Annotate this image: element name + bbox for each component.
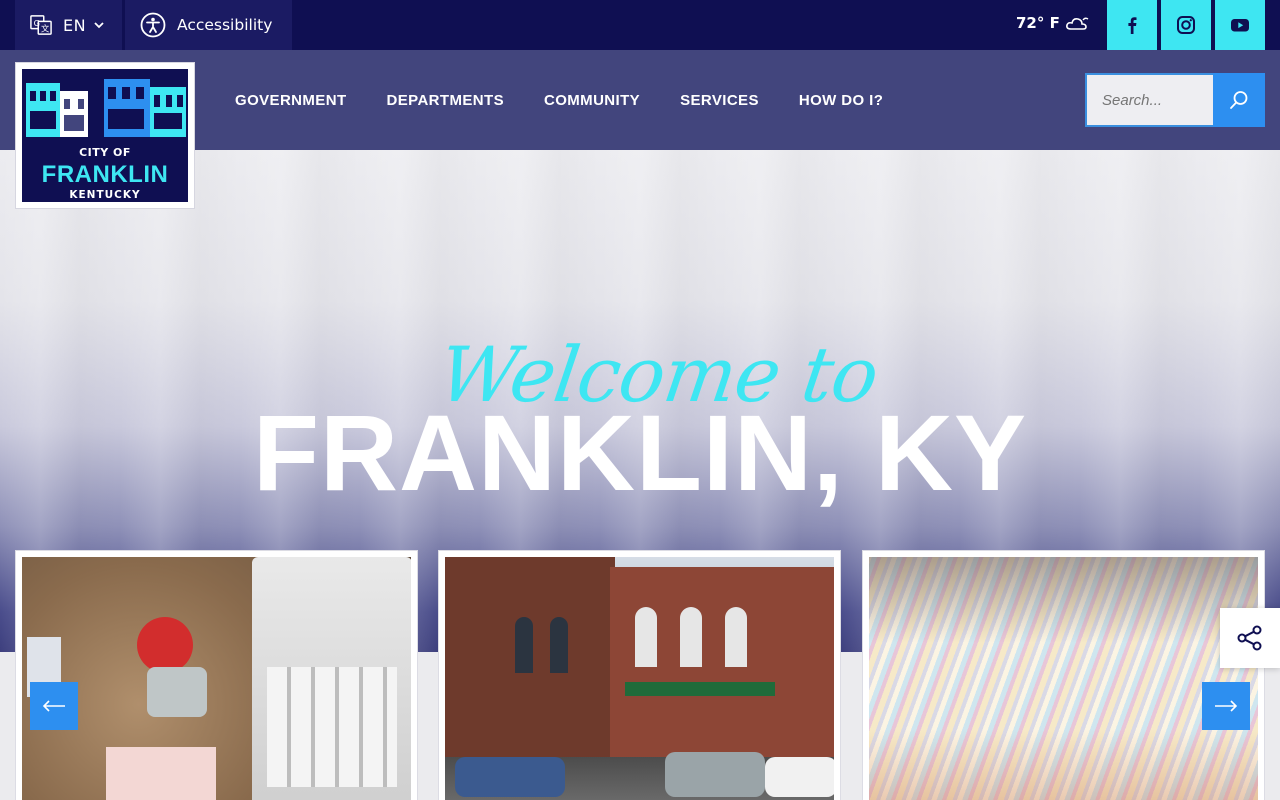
instagram-icon <box>1177 16 1195 34</box>
feature-card-3[interactable] <box>862 550 1265 800</box>
card-image-city-hall <box>445 557 834 800</box>
search-button[interactable] <box>1213 73 1265 127</box>
nav-community[interactable]: COMMUNITY <box>544 92 640 109</box>
carousel-prev-button[interactable] <box>30 682 78 730</box>
card-image-file-folders <box>869 557 1258 800</box>
logo-kentucky: KENTUCKY <box>69 189 141 201</box>
language-code: EN <box>63 15 87 35</box>
logo-city-of: CITY OF <box>79 146 131 159</box>
nav-departments[interactable]: DEPARTMENTS <box>387 92 504 109</box>
logo-badge: CITY OF FRANKLIN KENTUCKY <box>22 69 188 202</box>
logo-franklin: FRANKLIN <box>41 161 169 188</box>
accessibility-label: Accessibility <box>177 16 273 34</box>
top-utility-bar: G 文 EN Accessibility 72° F <box>0 0 1280 50</box>
card-image-office-supplies <box>22 557 411 800</box>
arrow-right-icon <box>1215 700 1238 712</box>
language-selector[interactable]: G 文 EN <box>15 0 122 50</box>
nav-services[interactable]: SERVICES <box>680 92 759 109</box>
search-icon <box>1230 91 1248 109</box>
storefront-buildings-graphic <box>26 79 186 137</box>
weather-widget: 72° F <box>1016 14 1089 32</box>
share-icon <box>1237 625 1262 651</box>
city-logo[interactable]: CITY OF FRANKLIN KENTUCKY <box>15 62 195 209</box>
accessibility-button[interactable]: Accessibility <box>125 0 292 50</box>
hero-welcome-script: Welcome to <box>433 330 884 419</box>
arrow-left-icon <box>42 700 65 712</box>
accessibility-icon <box>140 12 166 38</box>
feature-card-2[interactable] <box>438 550 841 800</box>
svg-text:G: G <box>34 18 40 28</box>
svg-text:文: 文 <box>41 23 49 33</box>
weather-temperature: 72° F <box>1016 14 1060 32</box>
cloud-sun-icon <box>1065 17 1089 30</box>
translate-icon: G 文 <box>30 15 52 35</box>
primary-menu: GOVERNMENT DEPARTMENTS COMMUNITY SERVICE… <box>235 50 883 150</box>
facebook-icon <box>1128 17 1137 34</box>
youtube-icon <box>1231 19 1249 32</box>
facebook-link[interactable] <box>1107 0 1157 50</box>
feature-card-1[interactable] <box>15 550 418 800</box>
instagram-link[interactable] <box>1161 0 1211 50</box>
search-input[interactable] <box>1085 73 1213 127</box>
carousel-next-button[interactable] <box>1202 682 1250 730</box>
site-search <box>1085 73 1265 127</box>
youtube-link[interactable] <box>1215 0 1265 50</box>
share-button[interactable] <box>1220 608 1280 668</box>
chevron-down-icon <box>94 22 104 29</box>
nav-how-do-i[interactable]: HOW DO I? <box>799 92 883 109</box>
nav-government[interactable]: GOVERNMENT <box>235 92 347 109</box>
